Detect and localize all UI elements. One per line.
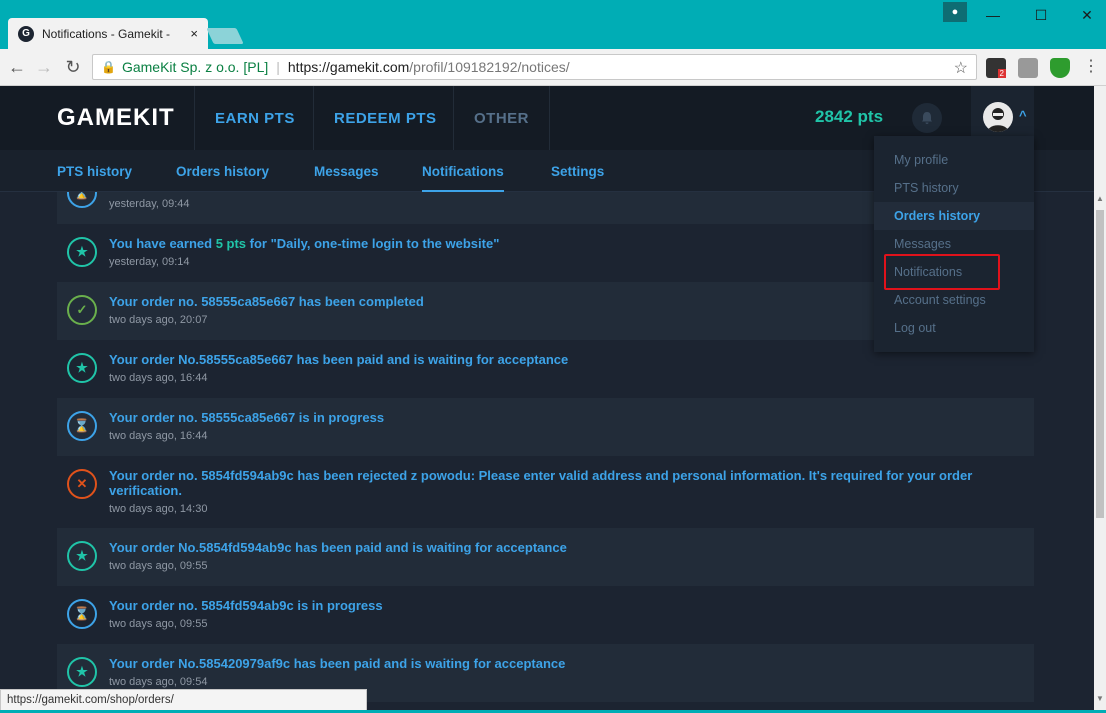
extension-icon[interactable]: 2 bbox=[986, 58, 1006, 78]
menu-item-my-profile[interactable]: My profile bbox=[874, 146, 1034, 174]
notification-message[interactable]: Your order No.58555ca85e667 has been pai… bbox=[109, 352, 1009, 367]
tab-settings[interactable]: Settings bbox=[551, 164, 604, 179]
extension-badge: 2 bbox=[997, 69, 1006, 78]
star-circle-icon: ★ bbox=[67, 237, 97, 267]
notification-row: ⌛ Your order no. 58555ca85e667 is in pro… bbox=[57, 398, 1034, 456]
menu-item-log-out[interactable]: Log out bbox=[874, 314, 1034, 342]
tab-title: Notifications - Gamekit - bbox=[42, 26, 171, 41]
url-path: /profil/109182192/notices/ bbox=[409, 59, 570, 75]
star-circle-icon: ★ bbox=[67, 657, 97, 687]
gamekit-logo[interactable]: GAMEKIT bbox=[57, 104, 175, 132]
scroll-thumb[interactable] bbox=[1096, 210, 1104, 518]
menu-item-orders-history[interactable]: Orders history bbox=[874, 202, 1034, 230]
minimize-icon[interactable]: — bbox=[970, 0, 1016, 30]
tab-notifications[interactable]: Notifications bbox=[422, 164, 504, 192]
notification-message[interactable]: Your order No.585420979af9c has been pai… bbox=[109, 656, 1009, 671]
gamekit-favicon-icon: G bbox=[18, 25, 34, 42]
notification-time: two days ago, 09:55 bbox=[109, 560, 208, 572]
annotation-highlight-box bbox=[884, 254, 1000, 290]
nav-redeem-pts[interactable]: REDEEM PTS bbox=[313, 86, 457, 150]
url-host: https://gamekit.com bbox=[287, 59, 410, 75]
notification-time: two days ago, 16:44 bbox=[109, 372, 208, 384]
shield-extension-icon[interactable] bbox=[1050, 58, 1070, 78]
check-circle-icon: ✓ bbox=[67, 295, 97, 325]
notification-time: two days ago, 09:55 bbox=[109, 618, 208, 630]
browser-titlebar: G Notifications - Gamekit - × ● — ☐ ✕ bbox=[0, 0, 1106, 49]
reload-icon[interactable]: ↻ bbox=[62, 57, 84, 77]
browser-tab[interactable]: G Notifications - Gamekit - × bbox=[8, 18, 208, 49]
bell-icon[interactable] bbox=[912, 103, 942, 133]
notification-message[interactable]: Your order no. 58555ca85e667 is in progr… bbox=[109, 410, 1009, 425]
hourglass-icon: ⌛ bbox=[67, 599, 97, 629]
hourglass-icon: ⌛ bbox=[67, 192, 97, 208]
nav-earn-pts[interactable]: EARN PTS bbox=[194, 86, 315, 150]
notification-time: two days ago, 09:54 bbox=[109, 676, 208, 688]
notification-message[interactable]: Your order no. 5854fd594ab9c has been re… bbox=[109, 468, 1009, 498]
close-window-icon[interactable]: ✕ bbox=[1064, 0, 1106, 30]
user-dropdown-menu: My profile PTS history Orders history Me… bbox=[874, 136, 1034, 352]
forward-icon[interactable]: → bbox=[33, 57, 55, 77]
browser-status-bar: https://gamekit.com/shop/orders/ bbox=[0, 689, 367, 711]
menu-item-pts-history[interactable]: PTS history bbox=[874, 174, 1034, 202]
browser-menu-icon[interactable]: ⋮ bbox=[1080, 57, 1102, 77]
points-balance: 2842 pts bbox=[815, 107, 884, 126]
notification-time: yesterday, 09:14 bbox=[109, 256, 190, 268]
notification-row: ⌛ Your order no. 5854fd594ab9c is in pro… bbox=[57, 586, 1034, 644]
star-circle-icon: ★ bbox=[67, 541, 97, 571]
page-scrollbar[interactable]: ▲ ▼ bbox=[1094, 86, 1106, 710]
star-circle-icon: ★ bbox=[67, 353, 97, 383]
scroll-down-icon[interactable]: ▼ bbox=[1094, 694, 1106, 703]
nav-other[interactable]: OTHER bbox=[453, 86, 550, 150]
tab-orders-history[interactable]: Orders history bbox=[176, 164, 269, 179]
address-separator: | bbox=[276, 59, 280, 75]
secure-label: GameKit Sp. z o.o. [PL] bbox=[121, 59, 269, 75]
notification-time: two days ago, 16:44 bbox=[109, 430, 208, 442]
new-tab-button[interactable] bbox=[206, 28, 244, 44]
notification-message[interactable]: Your order No.5854fd594ab9c has been pai… bbox=[109, 540, 1009, 555]
hourglass-icon: ⌛ bbox=[67, 411, 97, 441]
menu-item-account-settings[interactable]: Account settings bbox=[874, 286, 1034, 314]
address-bar[interactable]: 🔒 GameKit Sp. z o.o. [PL] | https://game… bbox=[92, 54, 977, 80]
avatar bbox=[983, 102, 1013, 132]
notification-time: two days ago, 14:30 bbox=[109, 503, 208, 515]
tab-messages[interactable]: Messages bbox=[314, 164, 379, 179]
notification-time: two days ago, 20:07 bbox=[109, 314, 208, 326]
notification-row: ★ Your order No.5854fd594ab9c has been p… bbox=[57, 528, 1034, 586]
browser-toolbar: ← → ↻ 🔒 GameKit Sp. z o.o. [PL] | https:… bbox=[0, 49, 1106, 86]
cross-circle-icon: ✕ bbox=[67, 469, 97, 499]
scroll-up-icon[interactable]: ▲ bbox=[1094, 194, 1106, 203]
notification-row: ✕ Your order no. 5854fd594ab9c has been … bbox=[57, 456, 1034, 528]
back-icon[interactable]: ← bbox=[6, 57, 28, 77]
tab-close-icon[interactable]: × bbox=[190, 26, 198, 41]
chevron-up-icon: ^ bbox=[1019, 108, 1027, 123]
cube-extension-icon[interactable] bbox=[1018, 58, 1038, 78]
browser-profile-icon[interactable]: ● bbox=[943, 2, 967, 22]
notification-time: yesterday, 09:44 bbox=[109, 198, 190, 210]
tab-pts-history[interactable]: PTS history bbox=[57, 164, 132, 179]
lock-icon: 🔒 bbox=[101, 60, 116, 74]
notification-message[interactable]: Your order no. 5854fd594ab9c is in progr… bbox=[109, 598, 1009, 613]
maximize-icon[interactable]: ☐ bbox=[1018, 0, 1064, 30]
bookmark-star-icon[interactable]: ☆ bbox=[954, 58, 968, 78]
